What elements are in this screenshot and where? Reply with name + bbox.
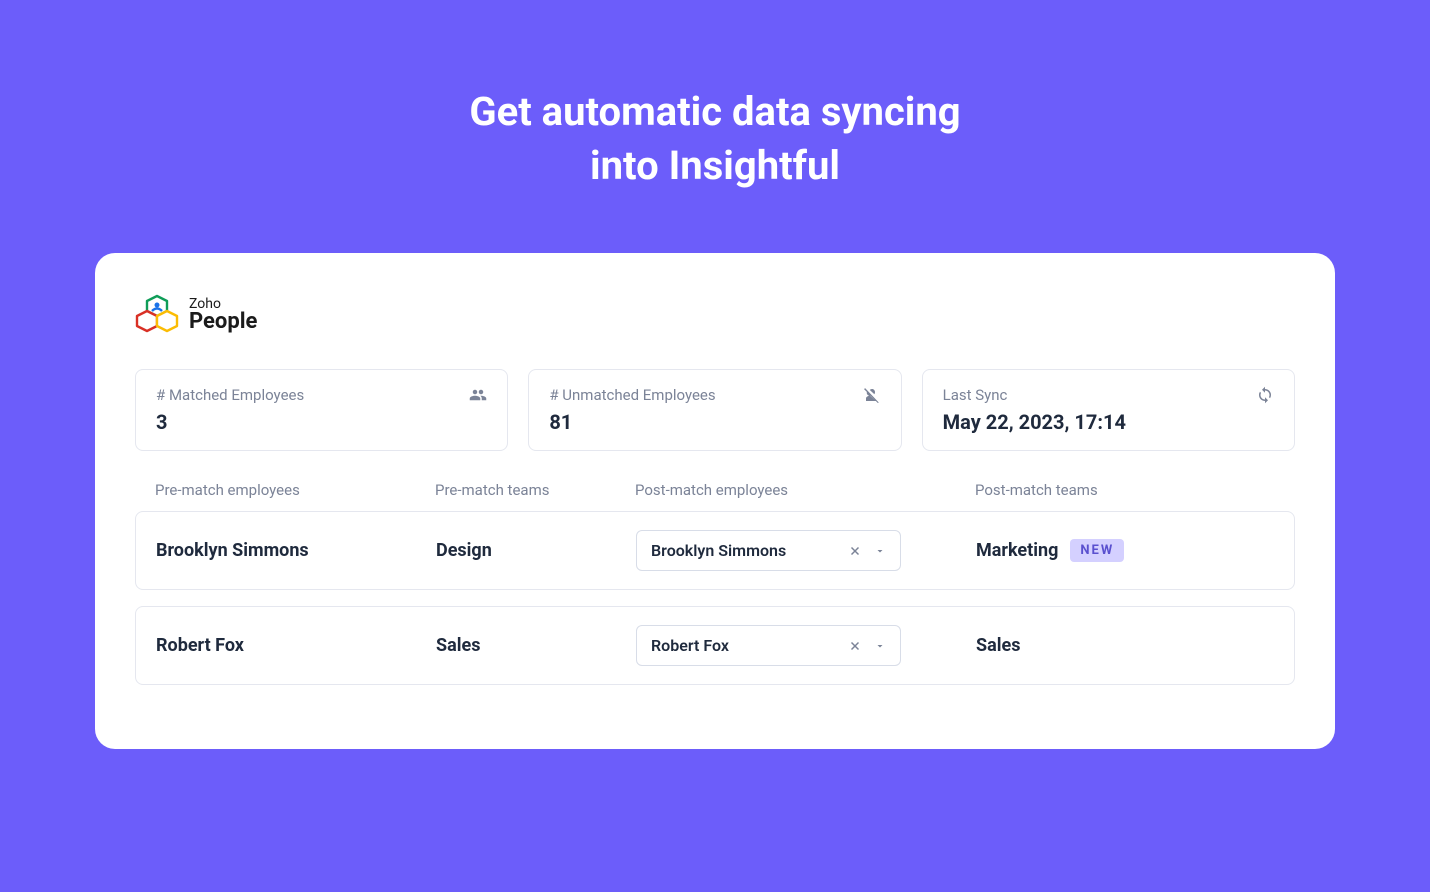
- post-emp-select[interactable]: Robert Fox: [636, 625, 901, 666]
- stats-row: # Matched Employees 3 # Unmatched Employ…: [135, 369, 1295, 451]
- unmatched-value: 81: [549, 410, 880, 434]
- new-badge: NEW: [1070, 539, 1124, 562]
- post-emp-value: Brooklyn Simmons: [651, 541, 786, 560]
- unmatched-label: # Unmatched Employees: [549, 386, 880, 404]
- pre-emp-name: Brooklyn Simmons: [156, 540, 436, 561]
- chevron-down-icon[interactable]: [874, 640, 886, 652]
- chevron-down-icon[interactable]: [874, 545, 886, 557]
- matched-value: 3: [156, 410, 487, 434]
- page-title: Get automatic data syncing into Insightf…: [0, 0, 1430, 193]
- last-sync-value: May 22, 2023, 17:14: [943, 410, 1274, 434]
- sync-card: Zoho People # Matched Employees 3 # Unma…: [95, 253, 1335, 749]
- post-emp-value: Robert Fox: [651, 636, 729, 655]
- unmatched-employees-card: # Unmatched Employees 81: [528, 369, 901, 451]
- last-sync-label: Last Sync: [943, 386, 1274, 404]
- page-title-line1: Get automatic data syncing: [0, 85, 1430, 139]
- people-icon: [469, 386, 487, 404]
- th-pre-emp: Pre-match employees: [155, 481, 435, 499]
- th-post-emp: Post-match employees: [635, 481, 975, 499]
- brand: Zoho People: [135, 293, 1295, 337]
- sync-icon[interactable]: [1256, 386, 1274, 404]
- post-team-name: Sales: [976, 635, 1020, 656]
- table-row: Brooklyn Simmons Design Brooklyn Simmons…: [135, 511, 1295, 590]
- person-off-icon: [863, 386, 881, 404]
- clear-icon[interactable]: [848, 544, 862, 558]
- brand-bottom: People: [189, 311, 257, 333]
- last-sync-card: Last Sync May 22, 2023, 17:14: [922, 369, 1295, 451]
- table-row: Robert Fox Sales Robert Fox Sales: [135, 606, 1295, 685]
- pre-team-name: Design: [436, 540, 636, 561]
- post-emp-select[interactable]: Brooklyn Simmons: [636, 530, 901, 571]
- pre-emp-name: Robert Fox: [156, 635, 436, 656]
- post-team-name: Marketing: [976, 540, 1058, 561]
- page-title-line2: into Insightful: [0, 139, 1430, 193]
- matched-employees-card: # Matched Employees 3: [135, 369, 508, 451]
- th-pre-team: Pre-match teams: [435, 481, 635, 499]
- pre-team-name: Sales: [436, 635, 636, 656]
- clear-icon[interactable]: [848, 639, 862, 653]
- zoho-people-logo-icon: [135, 293, 179, 337]
- table-header: Pre-match employees Pre-match teams Post…: [135, 481, 1295, 511]
- matched-label: # Matched Employees: [156, 386, 487, 404]
- th-post-team: Post-match teams: [975, 481, 1275, 499]
